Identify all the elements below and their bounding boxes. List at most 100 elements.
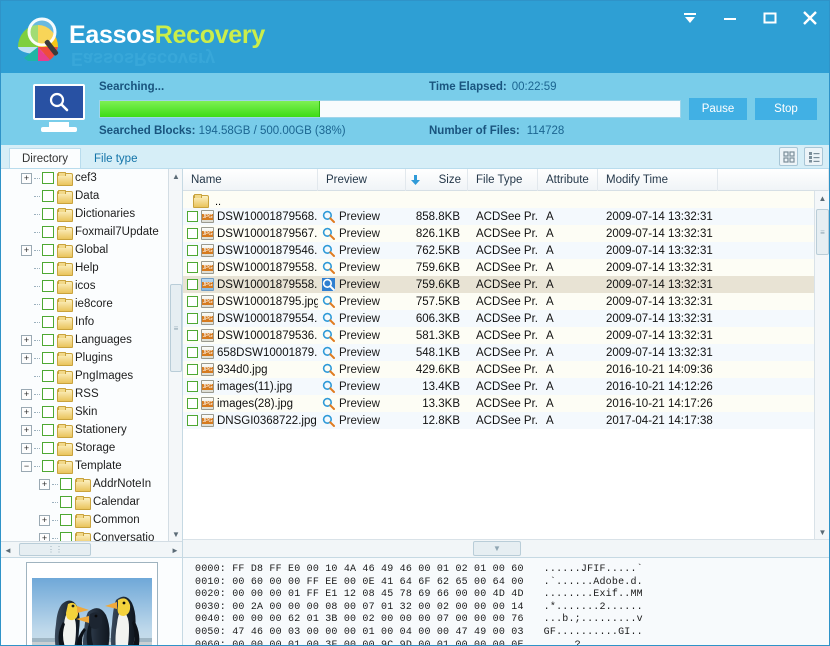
tree-item-checkbox[interactable] xyxy=(42,460,54,472)
tree-item-info[interactable]: Info xyxy=(1,313,168,331)
tree-item-ie8core[interactable]: ie8core xyxy=(1,295,168,313)
tree-item-plugins[interactable]: +Plugins xyxy=(1,349,168,367)
hex-viewer[interactable]: 0000: FF D8 FF E0 00 10 4A 46 49 46 00 0… xyxy=(183,558,829,646)
tree-item-checkbox[interactable] xyxy=(42,316,54,328)
tree-item-foxmail7update[interactable]: Foxmail7Update xyxy=(1,223,168,241)
tab-file-type[interactable]: File type xyxy=(81,148,150,168)
tree-item-icos[interactable]: icos xyxy=(1,277,168,295)
table-row[interactable]: JPGimages(11).jpg Preview13.4KBACDSee Pr… xyxy=(183,378,814,395)
tree-vscroll-thumb[interactable]: ≡ xyxy=(170,284,182,372)
expand-node-icon[interactable]: + xyxy=(21,425,32,436)
table-row[interactable]: JPGDSW10001879558... Preview759.6KBACDSe… xyxy=(183,259,814,276)
column-header-preview[interactable]: Preview xyxy=(318,169,406,191)
preview-cell[interactable]: Preview xyxy=(318,380,406,393)
stop-button[interactable]: Stop xyxy=(755,98,817,120)
tree-horizontal-scrollbar[interactable]: ◄ ⋮⋮ ► xyxy=(1,541,182,557)
file-row-checkbox[interactable] xyxy=(187,398,198,409)
table-row[interactable]: JPGDSW10001879554... Preview606.3KBACDSe… xyxy=(183,310,814,327)
file-row-checkbox[interactable] xyxy=(187,279,198,290)
expand-node-icon[interactable]: + xyxy=(39,479,50,490)
preview-cell[interactable]: Preview xyxy=(318,363,406,376)
tree-item-checkbox[interactable] xyxy=(42,406,54,418)
tree-item-stationery[interactable]: +Stationery xyxy=(1,421,168,439)
tree-item-global[interactable]: +Global xyxy=(1,241,168,259)
directory-tree[interactable]: +cef3DataDictionariesFoxmail7Update+Glob… xyxy=(1,169,168,541)
file-row-checkbox[interactable] xyxy=(187,364,198,375)
tree-item-template[interactable]: −Template xyxy=(1,457,168,475)
tree-item-conversatio[interactable]: +Conversatio xyxy=(1,529,168,541)
tree-item-checkbox[interactable] xyxy=(42,244,54,256)
tree-item-checkbox[interactable] xyxy=(42,226,54,238)
magnifier-icon[interactable] xyxy=(322,312,335,325)
file-row-checkbox[interactable] xyxy=(187,347,198,358)
expand-node-icon[interactable]: + xyxy=(39,515,50,526)
expand-node-icon[interactable]: + xyxy=(21,407,32,418)
grid-view-icon[interactable] xyxy=(779,147,798,166)
list-scroll-down-icon[interactable]: ▼ xyxy=(815,525,829,539)
list-view-icon[interactable] xyxy=(804,147,823,166)
tree-item-addrnotein[interactable]: +AddrNoteIn xyxy=(1,475,168,493)
table-row[interactable]: JPGDSW10001879536... Preview581.3KBACDSe… xyxy=(183,327,814,344)
tree-item-checkbox[interactable] xyxy=(42,262,54,274)
magnifier-icon[interactable] xyxy=(322,210,335,223)
preview-cell[interactable]: Preview xyxy=(318,346,406,359)
file-row-checkbox[interactable] xyxy=(187,415,198,426)
list-scroll-up-icon[interactable]: ▲ xyxy=(815,191,829,205)
tree-item-checkbox[interactable] xyxy=(42,334,54,346)
magnifier-icon[interactable] xyxy=(322,380,335,393)
tree-item-checkbox[interactable] xyxy=(42,442,54,454)
preview-thumbnail-frame[interactable] xyxy=(26,562,158,646)
preview-cell[interactable]: Preview xyxy=(318,414,406,427)
file-row-checkbox[interactable] xyxy=(187,330,198,341)
tree-item-checkbox[interactable] xyxy=(42,190,54,202)
tree-scroll-left-icon[interactable]: ◄ xyxy=(1,543,15,557)
table-row[interactable]: JPGDSW10001879546... Preview762.5KBACDSe… xyxy=(183,242,814,259)
tree-item-checkbox[interactable] xyxy=(42,280,54,292)
magnifier-icon[interactable] xyxy=(322,397,335,410)
column-header-size[interactable]: Size xyxy=(406,169,468,191)
magnifier-icon[interactable] xyxy=(322,278,335,291)
file-row-checkbox[interactable] xyxy=(187,245,198,256)
file-row-checkbox[interactable] xyxy=(187,262,198,273)
pause-button[interactable]: Pause xyxy=(689,98,747,120)
tree-item-pngimages[interactable]: PngImages xyxy=(1,367,168,385)
tree-item-common[interactable]: +Common xyxy=(1,511,168,529)
column-header-modify-time[interactable]: Modify Time xyxy=(598,169,718,191)
tree-item-checkbox[interactable] xyxy=(42,370,54,382)
tree-item-checkbox[interactable] xyxy=(42,352,54,364)
tree-item-cef3[interactable]: +cef3 xyxy=(1,169,168,187)
minimize-icon[interactable] xyxy=(719,7,741,29)
preview-cell[interactable]: Preview xyxy=(318,329,406,342)
tab-directory[interactable]: Directory xyxy=(9,148,81,168)
expand-node-icon[interactable]: + xyxy=(21,245,32,256)
magnifier-icon[interactable] xyxy=(322,261,335,274)
preview-cell[interactable]: Preview xyxy=(318,261,406,274)
tree-item-checkbox[interactable] xyxy=(42,172,54,184)
preview-cell[interactable]: Preview xyxy=(318,210,406,223)
collapse-icon[interactable] xyxy=(679,7,701,29)
tree-item-dictionaries[interactable]: Dictionaries xyxy=(1,205,168,223)
table-row[interactable]: JPG934d0.jpg Preview429.6KBACDSee Pr...A… xyxy=(183,361,814,378)
tree-item-rss[interactable]: +RSS xyxy=(1,385,168,403)
file-list-vertical-scrollbar[interactable]: ▲ ≡ ▼ xyxy=(814,191,829,539)
table-row[interactable]: JPGimages(28).jpg Preview13.3KBACDSee Pr… xyxy=(183,395,814,412)
tree-item-calendar[interactable]: Calendar xyxy=(1,493,168,511)
tree-item-checkbox[interactable] xyxy=(60,532,72,541)
parent-directory-row[interactable]: .. xyxy=(183,191,814,208)
tree-item-skin[interactable]: +Skin xyxy=(1,403,168,421)
tree-item-checkbox[interactable] xyxy=(60,496,72,508)
magnifier-icon[interactable] xyxy=(322,346,335,359)
list-hscroll-thumb[interactable]: ▼ xyxy=(473,541,521,556)
table-row[interactable]: JPGDSW10001879567... Preview826.1KBACDSe… xyxy=(183,225,814,242)
preview-cell[interactable]: Preview xyxy=(318,244,406,257)
tree-item-storage[interactable]: +Storage xyxy=(1,439,168,457)
tree-item-checkbox[interactable] xyxy=(42,208,54,220)
file-row-checkbox[interactable] xyxy=(187,313,198,324)
expand-node-icon[interactable]: + xyxy=(21,173,32,184)
preview-cell[interactable]: Preview xyxy=(318,295,406,308)
close-icon[interactable] xyxy=(799,7,821,29)
tree-item-checkbox[interactable] xyxy=(42,424,54,436)
file-row-checkbox[interactable] xyxy=(187,296,198,307)
tree-item-data[interactable]: Data xyxy=(1,187,168,205)
magnifier-icon[interactable] xyxy=(322,329,335,342)
